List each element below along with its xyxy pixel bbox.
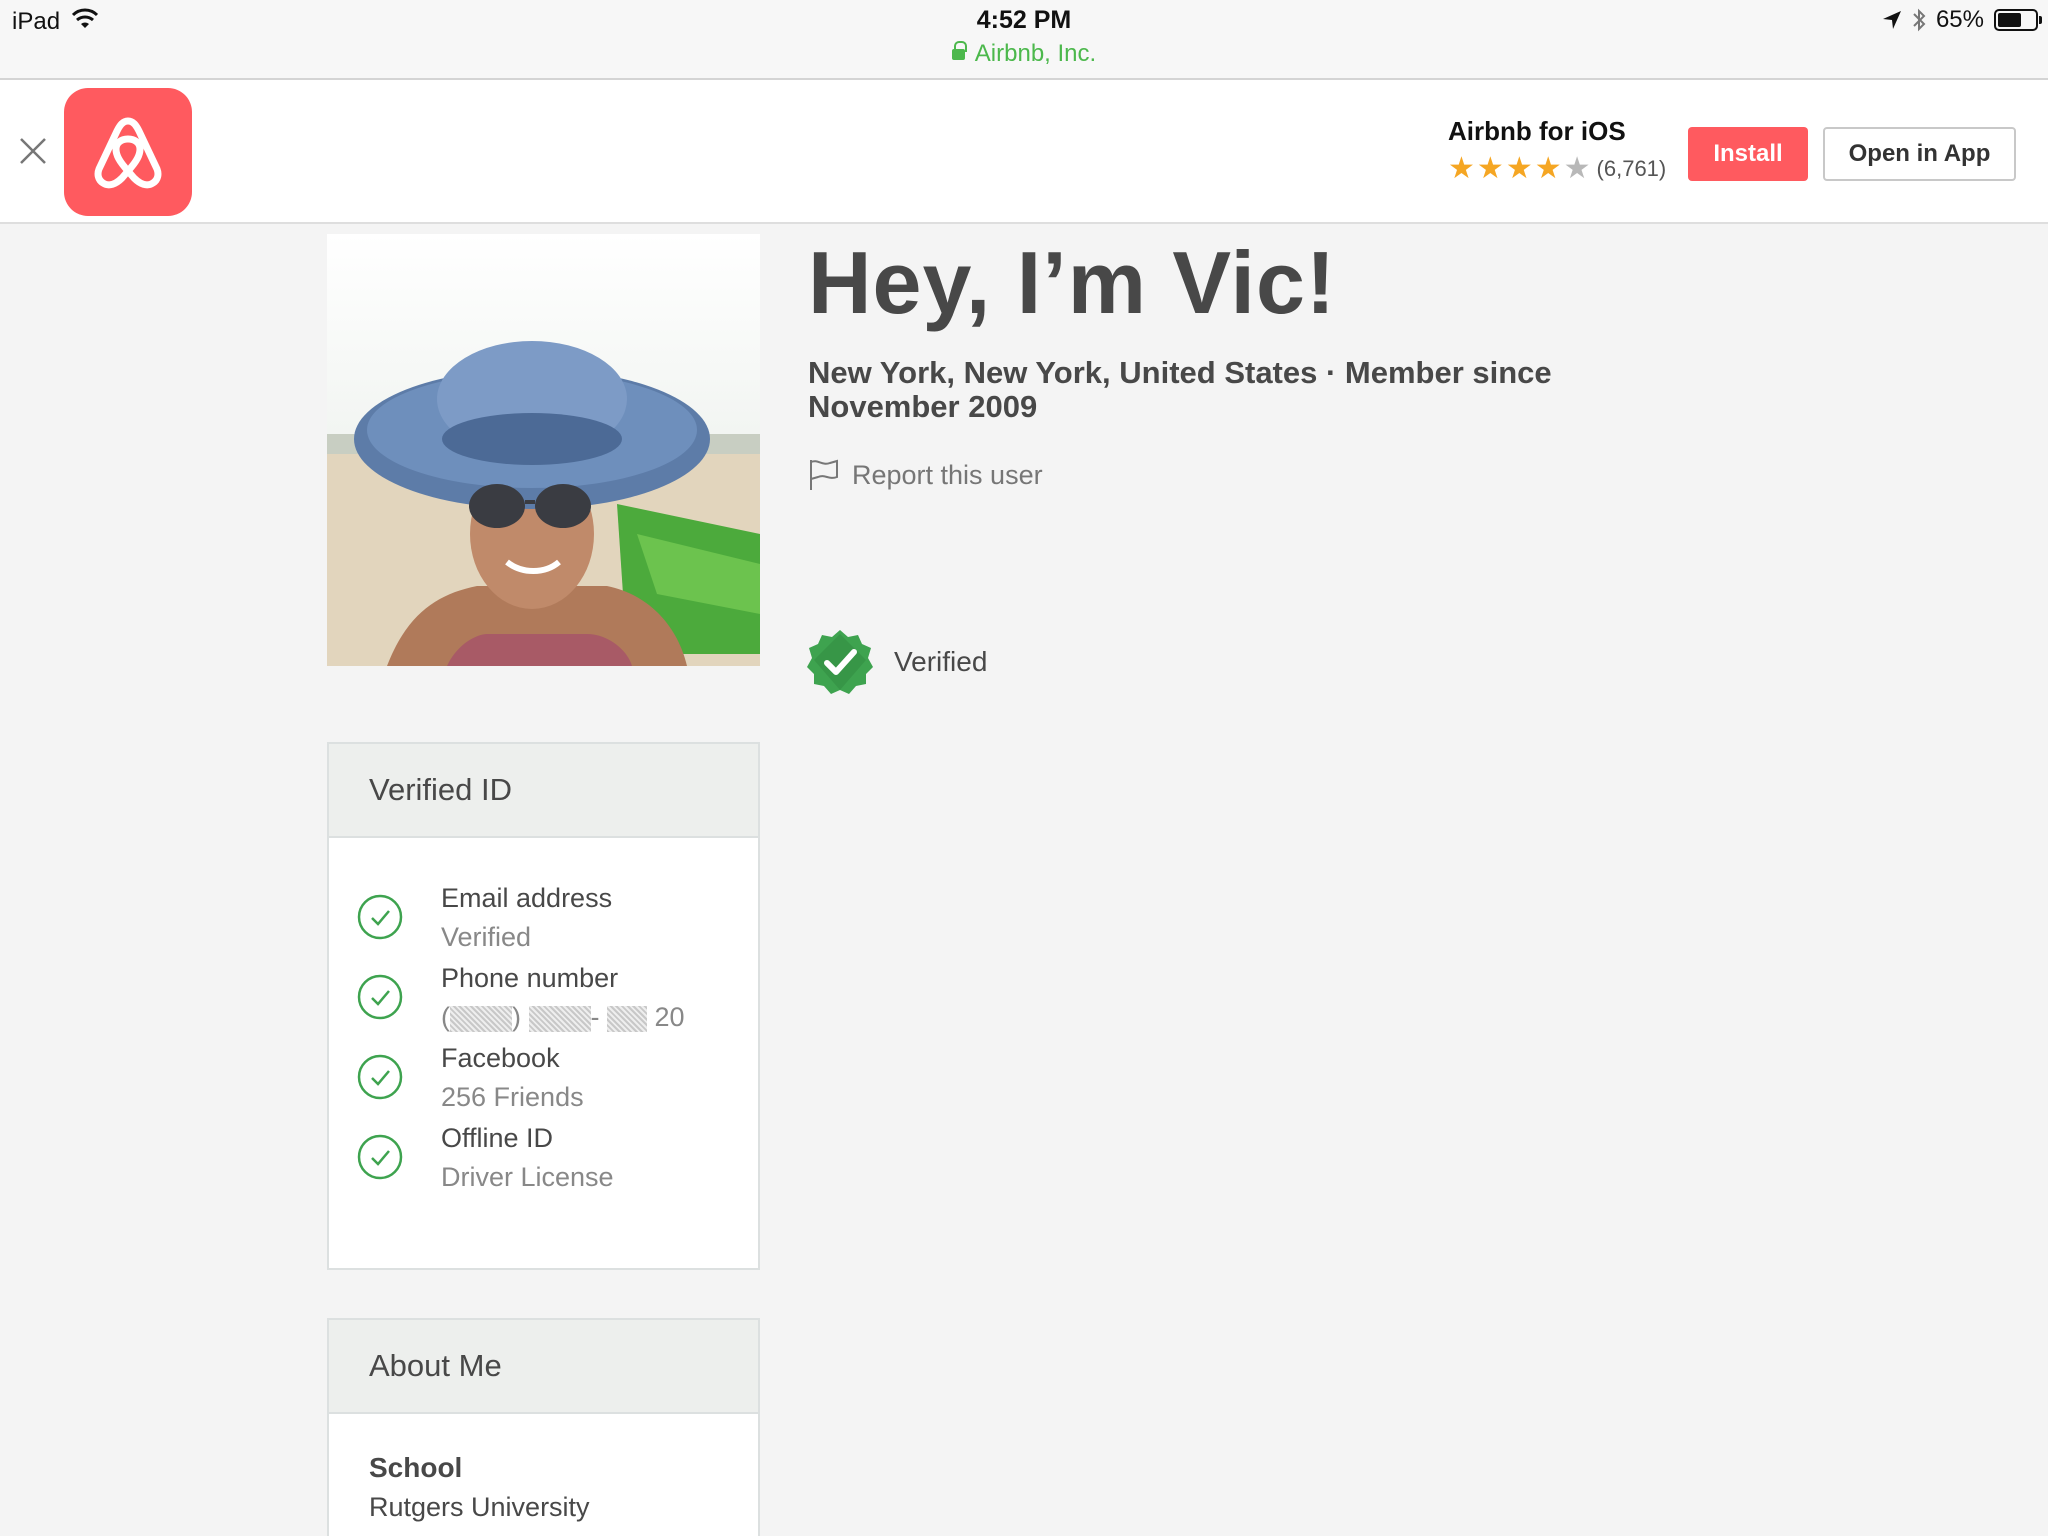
star-filled-icon: ★: [1534, 152, 1562, 185]
clock: 4:52 PM: [976, 6, 1072, 34]
profile-photo[interactable]: [327, 234, 760, 666]
profile-photo-image: [327, 234, 760, 666]
star-filled-icon: ★: [1448, 152, 1475, 185]
battery-icon: [1994, 9, 2042, 31]
verified-id-heading: Verified ID: [329, 744, 758, 838]
check-circle-icon: [357, 974, 403, 1020]
verification-detail: Driver License: [441, 1162, 614, 1192]
app-name: Airbnb for iOS: [1448, 116, 1626, 146]
battery-fill: [1998, 13, 2022, 27]
profile-greeting: Hey, I’m Vic!: [808, 233, 1337, 332]
verification-phone: Phone number () - 20: [329, 960, 758, 1040]
airbnb-app-logo[interactable]: [64, 88, 192, 216]
star-empty-icon: ★: [1563, 152, 1591, 185]
rating-count: (6,761): [1596, 156, 1667, 181]
verified-label: Verified: [894, 646, 988, 677]
status-indicators: 65%: [1882, 6, 2042, 34]
star-filled-icon: ★: [1476, 152, 1504, 185]
school-value: Rutgers University: [369, 1492, 590, 1522]
flag-icon: [810, 459, 838, 490]
verification-email: Email address Verified: [329, 880, 758, 960]
app-info: Airbnb for iOS ★ ★ ★ ★ ★ (6,761): [1448, 116, 1667, 185]
rating-stars: ★ ★ ★ ★ ★: [1448, 152, 1591, 185]
verification-title: Offline ID: [441, 1123, 554, 1153]
redacted-phone: () -: [441, 1002, 655, 1032]
check-circle-icon: [357, 894, 403, 940]
about-me-panel: About Me School Rutgers University: [327, 1318, 760, 1536]
site-name: Airbnb, Inc.: [974, 40, 1097, 67]
verification-title: Phone number: [441, 963, 619, 993]
verification-detail: () - 20: [441, 996, 758, 1038]
verification-title: Email address: [441, 883, 613, 913]
verified-seal-icon: [807, 630, 873, 694]
airbnb-logo-icon: [94, 117, 162, 189]
verification-title: Facebook: [441, 1043, 560, 1073]
bluetooth-icon: [1913, 8, 1926, 32]
check-circle-icon: [357, 1054, 403, 1100]
check-circle-icon: [357, 1134, 403, 1180]
verification-offline-id: Offline ID Driver License: [329, 1120, 758, 1200]
verification-facebook: Facebook 256 Friends: [329, 1040, 758, 1120]
star-filled-icon: ★: [1505, 152, 1533, 185]
verification-list: Email address Verified Phone number () -…: [329, 838, 758, 1200]
install-button[interactable]: Install: [1688, 127, 1808, 181]
close-icon[interactable]: [18, 136, 48, 166]
site-identity[interactable]: Airbnb, Inc.: [0, 40, 2048, 68]
verification-detail: Verified: [441, 922, 532, 952]
verified-id-panel: Verified ID Email address Verified Phone…: [327, 742, 760, 1270]
verification-detail: 256 Friends: [441, 1082, 584, 1112]
app-rating: ★ ★ ★ ★ ★ (6,761): [1448, 152, 1667, 185]
school-label: School: [369, 1452, 463, 1483]
report-user-label: Report this user: [852, 459, 1043, 490]
report-user-link[interactable]: Report this user: [808, 458, 1043, 492]
location-arrow-icon: [1882, 11, 1901, 29]
verified-badge: Verified: [806, 628, 987, 696]
about-me-heading: About Me: [329, 1320, 758, 1414]
lock-icon: [951, 41, 967, 60]
status-bar: iPad 4:52 PM Airbnb, Inc. 65%: [0, 0, 2048, 80]
smart-app-banner: Airbnb for iOS ★ ★ ★ ★ ★ (6,761) Install Ope…: [0, 80, 2048, 224]
location-member-since: New York, New York, United States · Memb…: [808, 355, 1552, 424]
phone-suffix: 20: [654, 1002, 685, 1032]
open-in-app-button[interactable]: Open in App: [1823, 127, 2016, 181]
battery-percent: 65%: [1935, 6, 1984, 33]
